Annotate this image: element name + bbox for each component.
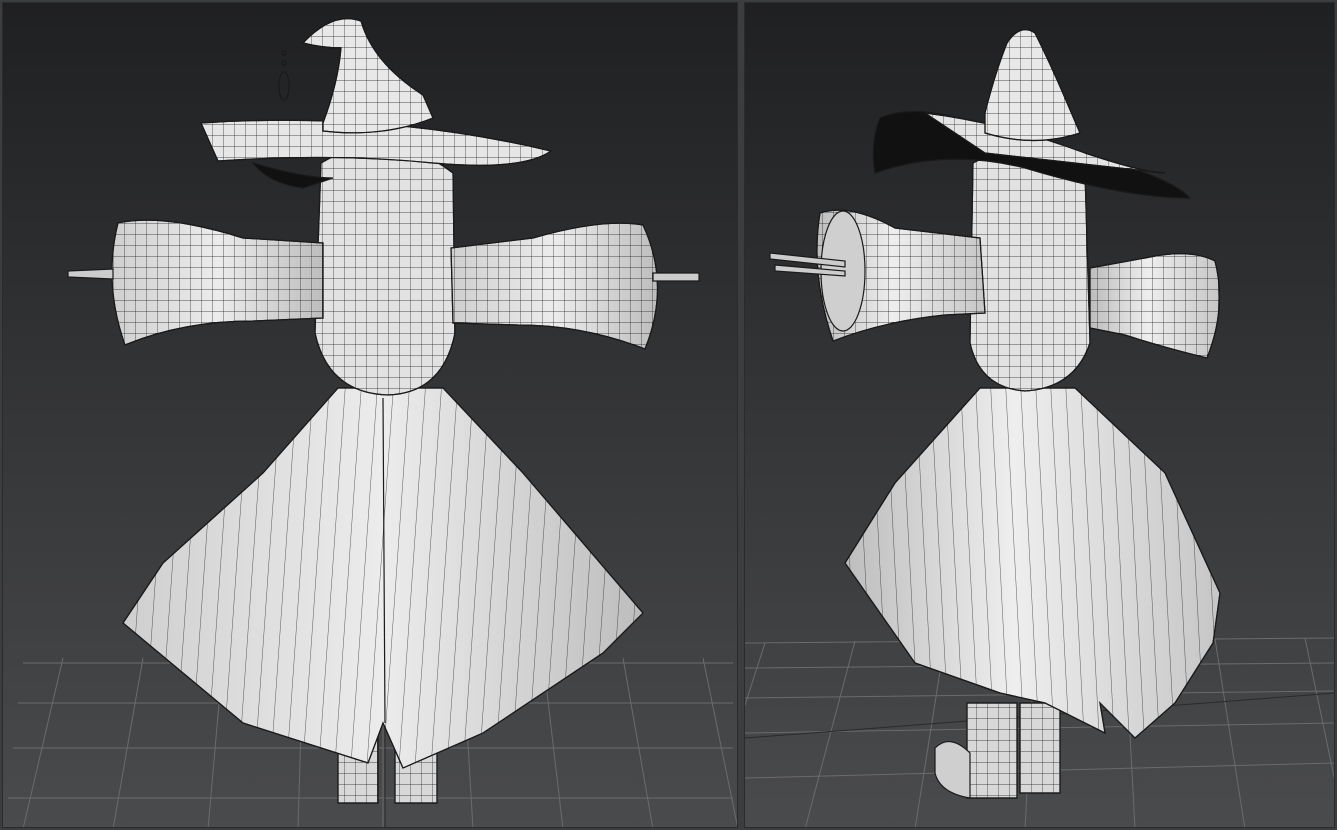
viewport-perspective-canvas [745,3,1334,827]
screenshot-frame [0,0,1337,830]
viewport-back-view[interactable] [2,2,738,828]
viewport-perspective-view[interactable] [744,2,1335,828]
viewport-back-canvas [3,3,737,827]
